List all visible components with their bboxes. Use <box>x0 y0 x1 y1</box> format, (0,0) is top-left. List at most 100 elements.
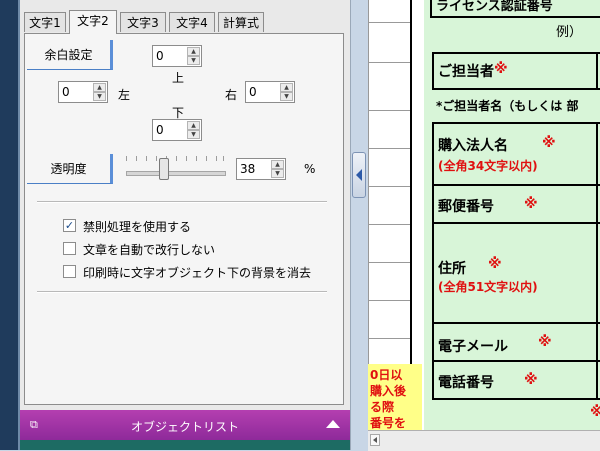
margin-settings-label: 余白設定 <box>27 40 113 70</box>
spin-down-icon[interactable]: ▼ <box>280 92 293 101</box>
opacity-slider-ticks <box>126 156 224 162</box>
opacity-slider-thumb[interactable] <box>159 158 170 180</box>
grid-line <box>368 300 410 301</box>
next-panel-header[interactable] <box>20 440 350 450</box>
example-label: 例） <box>556 25 583 40</box>
address-label: 住所 <box>438 261 466 277</box>
margin-bottom-value: 0 <box>156 123 164 137</box>
required-mark: ※ <box>524 372 538 388</box>
table-border <box>432 122 434 400</box>
table-border <box>430 16 600 18</box>
opacity-value: 38 <box>240 162 256 176</box>
email-label: 電子メール <box>438 339 508 355</box>
grid-line <box>368 62 410 63</box>
checkbox-checked-icon[interactable]: ✓ <box>63 219 76 232</box>
tab-text2[interactable]: 文字2 <box>69 10 117 34</box>
checkbox-icon[interactable] <box>63 242 76 255</box>
horizontal-scrollbar[interactable] <box>368 430 600 451</box>
table-border <box>596 122 598 400</box>
note-text: *ご担当者名（もしくは 部 <box>436 99 579 113</box>
opacity-label: 透明度 <box>27 154 113 184</box>
table-border <box>432 322 600 324</box>
table-border <box>432 52 600 54</box>
margin-right-spinner[interactable]: 0 ▲ ▼ <box>245 81 295 103</box>
table-border <box>596 52 598 90</box>
table-border <box>432 222 600 224</box>
collapse-up-icon[interactable] <box>326 420 340 428</box>
option-label: 文章を自動で改行しない <box>83 243 216 257</box>
grid-line <box>410 0 412 364</box>
grid-line <box>368 186 410 187</box>
table-border <box>432 52 434 90</box>
tab-content: 余白設定 0 ▲ ▼ 上 0 ▲ ▼ 左 右 0 ▲ ▼ 下 0 ▲ ▼ 透明度 38 … <box>24 33 344 405</box>
company-name-label: 購入法人名 <box>438 138 508 154</box>
table-border <box>432 184 600 186</box>
left-frame-strip <box>0 0 20 450</box>
spin-down-icon[interactable]: ▼ <box>271 169 284 178</box>
table-border <box>432 122 600 124</box>
table-border <box>432 88 600 90</box>
grid-line <box>368 22 410 23</box>
grid-line <box>368 262 410 263</box>
spin-up-icon[interactable]: ▲ <box>271 160 284 169</box>
arrow-left-icon <box>373 437 377 443</box>
grid-line <box>368 110 410 111</box>
margin-left-value: 0 <box>62 85 70 99</box>
required-mark: ※ <box>494 61 508 77</box>
grid-line <box>368 0 369 364</box>
opacity-spinner[interactable]: 38 ▲ ▼ <box>236 158 286 180</box>
side-note-line: 番号を <box>370 416 407 430</box>
text-properties-panel: 文字1 文字2 文字3 文字4 計算式 余白設定 0 ▲ ▼ 上 0 ▲ ▼ 左 右… <box>20 0 351 450</box>
object-list-header[interactable]: ⧉ オブジェクトリスト <box>20 410 350 440</box>
spin-up-icon[interactable]: ▲ <box>280 83 293 92</box>
spin-up-icon[interactable]: ▲ <box>187 47 200 56</box>
tab-text1[interactable]: 文字1 <box>24 12 66 32</box>
table-border <box>432 360 600 362</box>
spin-up-icon[interactable]: ▲ <box>93 83 106 92</box>
side-note-line: 購入後 <box>370 384 407 398</box>
opacity-slider-track[interactable] <box>126 171 226 176</box>
phone-label: 電話番号 <box>438 375 494 391</box>
margin-top-value: 0 <box>156 49 164 63</box>
option-label: 印刷時に文字オブジェクト下の背景を消去 <box>83 266 312 280</box>
margin-left-label: 左 <box>118 88 131 102</box>
margin-bottom-spinner[interactable]: 0 ▲ ▼ <box>152 119 202 141</box>
table-border <box>430 0 432 18</box>
side-note-line: 0日以 <box>370 368 403 382</box>
table-border <box>432 398 600 400</box>
person-in-charge-label: ご担当者 <box>438 64 494 80</box>
checkbox-icon[interactable] <box>63 265 76 278</box>
spin-down-icon[interactable]: ▼ <box>93 92 106 101</box>
spin-up-icon[interactable]: ▲ <box>187 121 200 130</box>
opacity-unit: % <box>304 162 316 176</box>
required-mark: ※ <box>488 256 502 272</box>
license-header: ライセンス認証番号 <box>436 0 553 14</box>
side-note-line: る際 <box>370 400 395 414</box>
chevron-left-icon <box>356 169 362 181</box>
company-name-limit: (全角34文字以内) <box>438 159 538 173</box>
postal-code-label: 郵便番号 <box>438 199 494 215</box>
grid-line <box>368 148 410 149</box>
option-label: 禁則処理を使用する <box>83 220 192 234</box>
panel-collapse-handle[interactable] <box>352 152 366 198</box>
required-mark: ※ <box>538 334 552 350</box>
margin-top-label: 上 <box>172 71 185 85</box>
required-mark: ※ <box>590 404 600 420</box>
spin-down-icon[interactable]: ▼ <box>187 56 200 65</box>
address-limit: (全角51文字以内) <box>438 280 538 294</box>
grid-line <box>368 224 410 225</box>
tab-formula[interactable]: 計算式 <box>218 12 264 32</box>
margin-right-value: 0 <box>249 85 257 99</box>
required-mark: ※ <box>524 196 538 212</box>
margin-left-spinner[interactable]: 0 ▲ ▼ <box>58 81 108 103</box>
spin-down-icon[interactable]: ▼ <box>187 130 200 139</box>
separator <box>37 201 327 203</box>
grid-line <box>368 338 410 339</box>
separator <box>37 291 327 293</box>
object-list-title: オブジェクトリスト <box>130 420 239 434</box>
margin-top-spinner[interactable]: 0 ▲ ▼ <box>152 45 202 67</box>
required-mark: ※ <box>542 135 556 151</box>
scroll-left-button[interactable] <box>370 434 380 446</box>
tab-text3[interactable]: 文字3 <box>120 12 166 32</box>
tab-text4[interactable]: 文字4 <box>169 12 215 32</box>
